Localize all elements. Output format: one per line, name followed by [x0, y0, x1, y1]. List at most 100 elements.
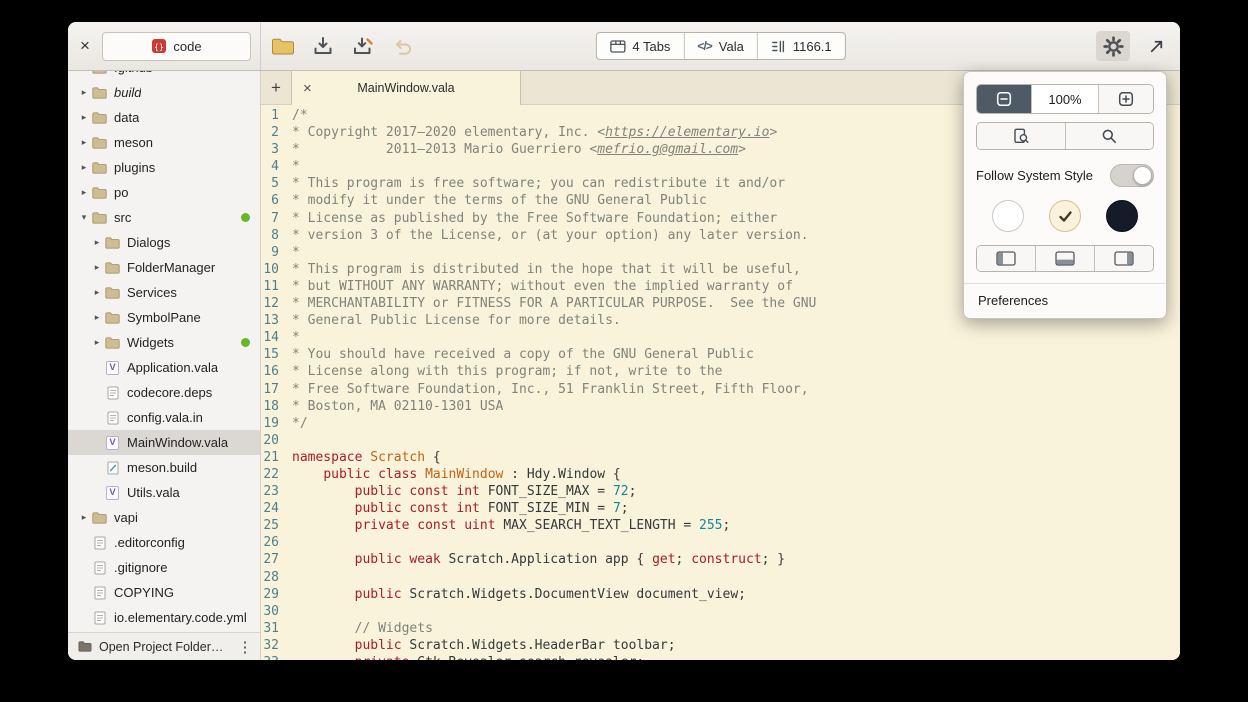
code-line[interactable]: 19*/: [261, 415, 1180, 432]
code-text: public weak Scratch.Application app { ge…: [292, 551, 785, 568]
code-line[interactable]: 20: [261, 432, 1180, 449]
code-line[interactable]: 26: [261, 534, 1180, 551]
code-line[interactable]: 31 // Widgets: [261, 620, 1180, 637]
tab-mainwindow-vala[interactable]: × MainWindow.vala: [291, 71, 521, 105]
tree-item[interactable]: ▸.github: [68, 71, 260, 80]
expander-icon[interactable]: ▾: [77, 212, 91, 223]
expander-icon[interactable]: ▸: [77, 112, 91, 123]
follow-system-style-switch[interactable]: [1110, 164, 1154, 187]
code-line[interactable]: 28: [261, 569, 1180, 586]
fullscreen-arrow-icon: [1147, 37, 1166, 56]
tree-item[interactable]: VApplication.vala: [68, 355, 260, 380]
code-line[interactable]: 23 public const int FONT_SIZE_MAX = 72;: [261, 483, 1180, 500]
expander-icon[interactable]: ▸: [90, 262, 104, 273]
tree-item[interactable]: ▸FolderManager: [68, 255, 260, 280]
tree-item[interactable]: ▸data: [68, 105, 260, 130]
file-tree: ▸.github▸build▸data▸meson▸plugins▸po▾src…: [68, 71, 260, 632]
tab-overview-button[interactable]: 4 Tabs: [596, 33, 683, 59]
zoom-in-button[interactable]: [1098, 85, 1153, 113]
sidebar-header: × {} code: [68, 22, 261, 70]
folder-icon: [104, 285, 121, 301]
code-line[interactable]: 22 public class MainWindow : Hdy.Window …: [261, 466, 1180, 483]
find-button[interactable]: [1065, 123, 1154, 149]
code-line[interactable]: 33 private Gtk.Revealer search_revealer;: [261, 654, 1180, 660]
code-line[interactable]: 25 private const uint MAX_SEARCH_TEXT_LE…: [261, 517, 1180, 534]
sidebar-menu-button[interactable]: ⋮: [234, 638, 256, 656]
code-text: * License along with this program; if no…: [292, 363, 722, 380]
tree-item[interactable]: ▸plugins: [68, 155, 260, 180]
tree-item[interactable]: COPYING: [68, 580, 260, 605]
line-number: 8: [261, 227, 292, 244]
tree-item[interactable]: VMainWindow.vala: [68, 430, 260, 455]
expander-icon[interactable]: ▸: [90, 337, 104, 348]
tree-item[interactable]: .editorconfig: [68, 530, 260, 555]
new-tab-button[interactable]: +: [261, 71, 291, 104]
code-line[interactable]: 32 public Scratch.Widgets.HeaderBar tool…: [261, 637, 1180, 654]
zoom-out-button[interactable]: [977, 85, 1031, 113]
project-chooser-button[interactable]: {} code: [102, 32, 251, 61]
tree-item[interactable]: ▸build: [68, 80, 260, 105]
expander-icon[interactable]: ▸: [90, 237, 104, 248]
expander-icon[interactable]: ▸: [77, 512, 91, 523]
open-file-button[interactable]: [270, 31, 296, 61]
tree-item[interactable]: meson.build: [68, 455, 260, 480]
tree-item[interactable]: ▸Services: [68, 280, 260, 305]
line-number: 11: [261, 278, 292, 295]
tree-item[interactable]: ▸Dialogs: [68, 230, 260, 255]
window-close-button[interactable]: ×: [75, 36, 95, 56]
expander-icon[interactable]: ▸: [90, 312, 104, 323]
language-selector-button[interactable]: </> Vala: [683, 33, 756, 59]
tree-item[interactable]: ▸Widgets: [68, 330, 260, 355]
preferences-menu-item[interactable]: Preferences: [976, 284, 1154, 314]
show-left-sidebar-button[interactable]: [977, 246, 1035, 271]
tree-item[interactable]: ▸po: [68, 180, 260, 205]
expander-icon[interactable]: ▸: [77, 71, 91, 73]
code-line[interactable]: 29 public Scratch.Widgets.DocumentView d…: [261, 586, 1180, 603]
layout-switcher: [976, 245, 1154, 272]
code-text: public Scratch.Widgets.HeaderBar toolbar…: [292, 637, 676, 654]
follow-system-style-label: Follow System Style: [976, 168, 1093, 183]
tree-item[interactable]: io.elementary.code.yml: [68, 605, 260, 630]
code-line[interactable]: 14*: [261, 329, 1180, 346]
tree-item[interactable]: config.vala.in: [68, 405, 260, 430]
code-text: namespace Scratch {: [292, 449, 441, 466]
code-line[interactable]: 27 public weak Scratch.Application app {…: [261, 551, 1180, 568]
find-in-files-button[interactable]: [977, 123, 1065, 149]
tree-item[interactable]: ▾src: [68, 205, 260, 230]
tree-item[interactable]: codecore.deps: [68, 380, 260, 405]
code-line[interactable]: 21namespace Scratch {: [261, 449, 1180, 466]
code-line[interactable]: 15* You should have received a copy of t…: [261, 346, 1180, 363]
bottom-panel-layout-icon: [1055, 251, 1075, 266]
expander-icon[interactable]: ▸: [77, 162, 91, 173]
code-line[interactable]: 18* Boston, MA 02110-1301 USA: [261, 398, 1180, 415]
tab-close-button[interactable]: ×: [303, 80, 312, 97]
tree-item[interactable]: ▸vapi: [68, 505, 260, 530]
code-text: public const int FONT_SIZE_MAX = 72;: [292, 483, 636, 500]
code-line[interactable]: 24 public const int FONT_SIZE_MIN = 7;: [261, 500, 1180, 517]
follow-system-style-row: Follow System Style: [976, 164, 1154, 187]
sepia-style-option-selected[interactable]: [1049, 200, 1081, 232]
settings-menu-button[interactable]: [1096, 31, 1130, 61]
tree-item[interactable]: ▸meson: [68, 130, 260, 155]
fullscreen-button[interactable]: [1142, 32, 1170, 60]
show-bottom-panel-button[interactable]: [1035, 246, 1094, 271]
expander-icon[interactable]: ▸: [77, 87, 91, 98]
goto-line-button[interactable]: 1166.1: [757, 33, 845, 59]
open-project-folder-button[interactable]: Open Project Folder… ⋮: [68, 632, 260, 660]
tree-item[interactable]: ▸SymbolPane: [68, 305, 260, 330]
expander-icon[interactable]: ▸: [77, 187, 91, 198]
code-line[interactable]: 30: [261, 603, 1180, 620]
save-button[interactable]: [310, 31, 336, 61]
light-style-option[interactable]: [992, 200, 1024, 232]
expander-icon[interactable]: ▸: [90, 287, 104, 298]
expander-icon[interactable]: ▸: [77, 137, 91, 148]
dark-style-option[interactable]: [1106, 200, 1138, 232]
show-right-sidebar-button[interactable]: [1094, 246, 1153, 271]
headerbar-segmented-control: 4 Tabs </> Vala 1166.1: [595, 32, 845, 60]
code-line[interactable]: 16* License along with this program; if …: [261, 363, 1180, 380]
tree-item[interactable]: VUtils.vala: [68, 480, 260, 505]
code-line[interactable]: 17* Free Software Foundation, Inc., 51 F…: [261, 381, 1180, 398]
line-number: 3: [261, 141, 292, 158]
save-as-button[interactable]: [350, 31, 376, 61]
tree-item[interactable]: .gitignore: [68, 555, 260, 580]
